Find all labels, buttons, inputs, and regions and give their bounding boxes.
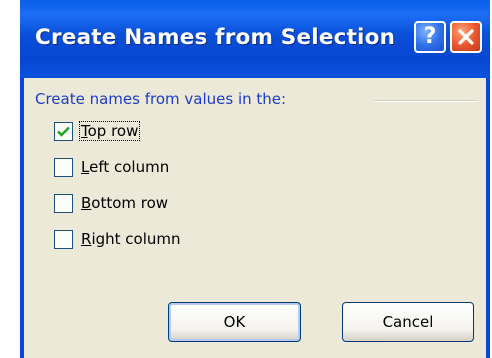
help-icon: ? — [423, 24, 437, 49]
checkmark-icon — [57, 126, 70, 137]
window-title: Create Names from Selection — [35, 25, 396, 50]
checkbox-left-column[interactable] — [54, 157, 73, 177]
option-right-column-label: Right column — [81, 230, 181, 248]
checkbox-top-row[interactable] — [54, 121, 73, 141]
close-icon — [458, 29, 474, 45]
checkbox-bottom-row[interactable] — [54, 193, 73, 213]
title-bar[interactable]: Create Names from Selection ? — [20, 0, 490, 78]
checkbox-right-column[interactable] — [54, 229, 73, 249]
group-divider — [374, 100, 476, 102]
cancel-button[interactable]: Cancel — [342, 302, 474, 342]
help-button[interactable]: ? — [414, 21, 446, 53]
ok-button[interactable]: OK — [168, 302, 301, 342]
option-top-row[interactable]: Top row — [54, 120, 141, 142]
group-label: Create names from values in the: — [35, 90, 287, 108]
dialog-window: Create Names from Selection ? Create nam… — [20, 0, 490, 358]
close-button[interactable] — [450, 21, 482, 53]
option-right-column[interactable]: Right column — [54, 228, 182, 250]
option-left-column[interactable]: Left column — [54, 156, 170, 178]
option-bottom-row-label: Bottom row — [81, 194, 169, 212]
option-top-row-label: Top row — [78, 121, 141, 141]
option-bottom-row[interactable]: Bottom row — [54, 192, 169, 214]
option-left-column-label: Left column — [81, 158, 170, 176]
